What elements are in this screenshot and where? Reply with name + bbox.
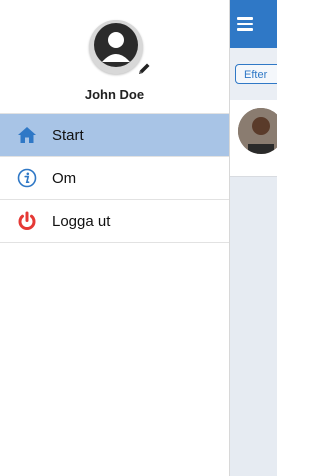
menu-item-label: Start [52,126,84,144]
top-app-bar [230,0,277,48]
hamburger-menu-icon[interactable] [237,17,253,31]
menu-item-start[interactable]: Start [0,114,229,157]
menu-item-label: Logga ut [52,212,111,230]
menu-item-om[interactable]: Om [0,157,229,200]
avatar[interactable] [89,20,143,74]
home-icon [17,125,37,145]
profile-header: John Doe [0,0,229,114]
edit-pencil-icon[interactable] [136,61,152,77]
person-photo [238,108,277,154]
main-content: Efter [230,0,277,476]
drawer-menu: Start Om Logga ut [0,114,229,243]
navigation-drawer: John Doe Start Om Logga ut [0,0,230,476]
filter-strip: Efter [230,48,277,101]
menu-item-logout[interactable]: Logga ut [0,200,229,243]
filter-button[interactable]: Efter [235,64,277,84]
menu-item-label: Om [52,169,77,187]
power-icon [17,211,37,231]
list-item[interactable] [230,100,277,177]
info-icon [17,168,37,188]
user-name: John Doe [84,87,145,102]
user-silhouette-icon [89,20,143,74]
